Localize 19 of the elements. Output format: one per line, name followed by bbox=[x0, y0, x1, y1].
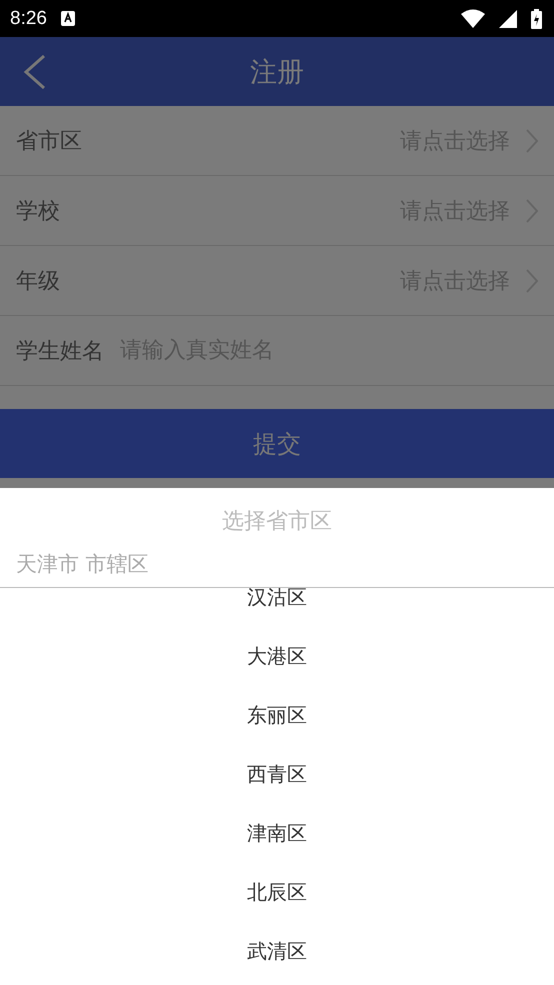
status-time: 8:26 bbox=[10, 8, 47, 30]
field-label: 年级 bbox=[16, 268, 60, 296]
selected-path: 天津市 市辖区 bbox=[0, 536, 554, 588]
notification-icon bbox=[60, 11, 75, 26]
picker-title: 选择省市区 bbox=[221, 508, 333, 536]
battery-icon bbox=[531, 8, 542, 28]
back-icon[interactable] bbox=[22, 54, 46, 90]
picker-option[interactable]: 武清区 bbox=[0, 922, 554, 981]
wifi-icon bbox=[461, 9, 485, 28]
signal-icon bbox=[499, 10, 517, 28]
picker-option[interactable]: 大港区 bbox=[0, 627, 554, 686]
picker-option[interactable]: 西青区 bbox=[0, 745, 554, 804]
field-label: 省市区 bbox=[16, 128, 82, 156]
page-title: 注册 bbox=[250, 56, 304, 90]
picker-option[interactable]: 津南区 bbox=[0, 804, 554, 863]
picker-option[interactable]: 东丽区 bbox=[0, 686, 554, 745]
field-label: 学生姓名 bbox=[16, 338, 104, 366]
picker-option[interactable]: 北辰区 bbox=[0, 863, 554, 922]
field-label: 学校 bbox=[16, 198, 60, 226]
